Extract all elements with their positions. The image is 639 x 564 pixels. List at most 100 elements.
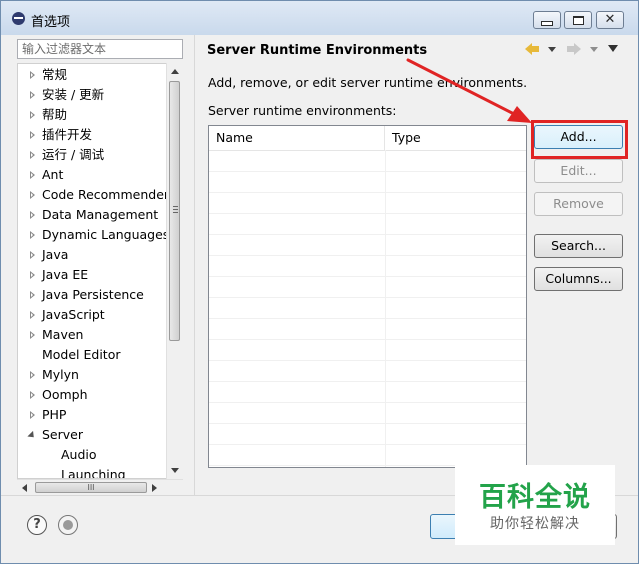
expanded-triangle-icon[interactable] [27,430,37,441]
table-row [209,402,526,403]
table-row [209,423,526,424]
collapsed-triangle-icon[interactable] [30,231,35,239]
tree-item-label: Data Management [42,207,159,222]
minimize-icon [541,20,553,26]
table-row [209,339,526,340]
grip-line [173,212,178,213]
remove-button[interactable]: Remove [534,192,623,216]
table-row [209,192,526,193]
table-row [209,276,526,277]
column-header-name[interactable]: Name [209,126,385,150]
grip-line [173,209,178,210]
tree-item-label: Java [42,247,69,262]
back-arrow-icon[interactable] [525,43,539,55]
tree-hscroll-thumb[interactable]: III [35,482,147,493]
column-divider [385,150,386,467]
search-button[interactable]: Search... [534,234,623,258]
scroll-right-arrow-icon[interactable] [152,484,157,492]
pane-divider[interactable] [194,35,195,495]
forward-arrow-icon[interactable] [567,43,581,55]
tree-item-label: 插件开发 [42,127,93,142]
eclipse-icon [12,12,25,25]
tree-item-label: Launching [61,467,126,479]
collapsed-triangle-icon[interactable] [30,151,35,159]
import-export-icon[interactable] [58,515,78,535]
tree-item-label: Server [42,427,83,442]
collapsed-triangle-icon[interactable] [30,191,35,199]
collapsed-triangle-icon[interactable] [30,251,35,259]
collapsed-triangle-icon[interactable] [30,171,35,179]
collapsed-triangle-icon[interactable] [30,211,35,219]
tree-item-label: Maven [42,327,84,342]
watermark-title: 百科全说 [479,482,591,513]
table-row [209,213,526,214]
tree-item-label: Code Recommenders [42,187,176,202]
preferences-window: 首选项 ✕ 输入过滤器文本 常规安装 / 更新 帮助插件开发运行 / 调试 Ant C… [0,0,639,564]
tree-item-label: Java EE [42,267,89,282]
tree-item-label: Model Editor [42,347,121,362]
page-title: Server Runtime Environments [207,43,428,58]
maximize-icon [572,15,584,25]
back-history-dropdown-icon[interactable] [548,47,556,52]
collapsed-triangle-icon[interactable] [30,331,35,339]
table-row [209,381,526,382]
collapsed-triangle-icon[interactable] [30,131,35,139]
scroll-up-arrow-icon[interactable] [171,69,179,74]
forward-history-dropdown-icon[interactable] [590,47,598,52]
column-header-type[interactable]: Type [385,126,526,150]
tree-item-label: JavaScript [42,307,105,322]
scroll-left-arrow-icon[interactable] [22,484,27,492]
window-title: 首选项 [31,15,71,30]
tree-item-label: Audio [61,447,97,462]
tree-vertical-scrollbar[interactable] [166,63,183,479]
collapsed-triangle-icon[interactable] [30,371,35,379]
table-row [209,171,526,172]
tree-item-label: 常规 [42,67,68,82]
tree-horizontal-scrollbar[interactable]: III [17,479,183,496]
table-row [209,297,526,298]
table-row [209,234,526,235]
tree-item-label: 安装 / 更新 [42,87,105,102]
tree-item-label: Mylyn [42,367,79,382]
tree-item-label: Oomph [42,387,88,402]
tree-item-label: 运行 / 调试 [42,147,105,162]
collapsed-triangle-icon[interactable] [30,111,35,119]
add-button-highlight-box [531,120,628,159]
tree-item-label: PHP [42,407,67,422]
watermark-logo: 百科全说 助你轻松解决 [455,465,615,545]
runtime-environments-table[interactable]: Name Type [208,125,527,468]
tree-scroll-thumb[interactable] [169,81,180,341]
close-button[interactable]: ✕ [596,11,624,29]
collapsed-triangle-icon[interactable] [30,311,35,319]
preferences-tree[interactable]: 常规安装 / 更新 帮助插件开发运行 / 调试 Ant Code Recommende… [17,63,183,479]
help-icon[interactable]: ? [27,515,47,535]
minimize-button[interactable] [533,11,561,29]
filter-input[interactable]: 输入过滤器文本 [17,39,183,59]
watermark-subtitle: 助你轻松解决 [490,516,580,532]
collapsed-triangle-icon[interactable] [30,271,35,279]
tree-item-label: Dynamic Languages [42,227,170,242]
scroll-down-arrow-icon[interactable] [171,468,179,473]
title-bar: 首选项 ✕ [1,1,638,35]
collapsed-triangle-icon[interactable] [30,291,35,299]
edit-button[interactable]: Edit... [534,159,623,183]
collapsed-triangle-icon[interactable] [30,411,35,419]
table-row [209,360,526,361]
tree-item-label: Java Persistence [42,287,144,302]
view-menu-icon[interactable] [608,45,618,52]
runtime-list-label: Server runtime environments: [208,103,397,118]
table-row [209,444,526,445]
columns-button[interactable]: Columns... [534,267,623,291]
maximize-button[interactable] [564,11,592,29]
table-row [209,255,526,256]
navigation-toolbar [523,41,623,59]
tree-item-label: 帮助 [42,107,68,122]
page-description: Add, remove, or edit server runtime envi… [208,75,528,90]
close-icon: ✕ [604,12,616,27]
collapsed-triangle-icon[interactable] [30,391,35,399]
tree-item-label: Ant [42,167,64,182]
collapsed-triangle-icon[interactable] [30,71,35,79]
table-row [209,318,526,319]
table-header: Name Type [209,126,526,151]
collapsed-triangle-icon[interactable] [30,91,35,99]
